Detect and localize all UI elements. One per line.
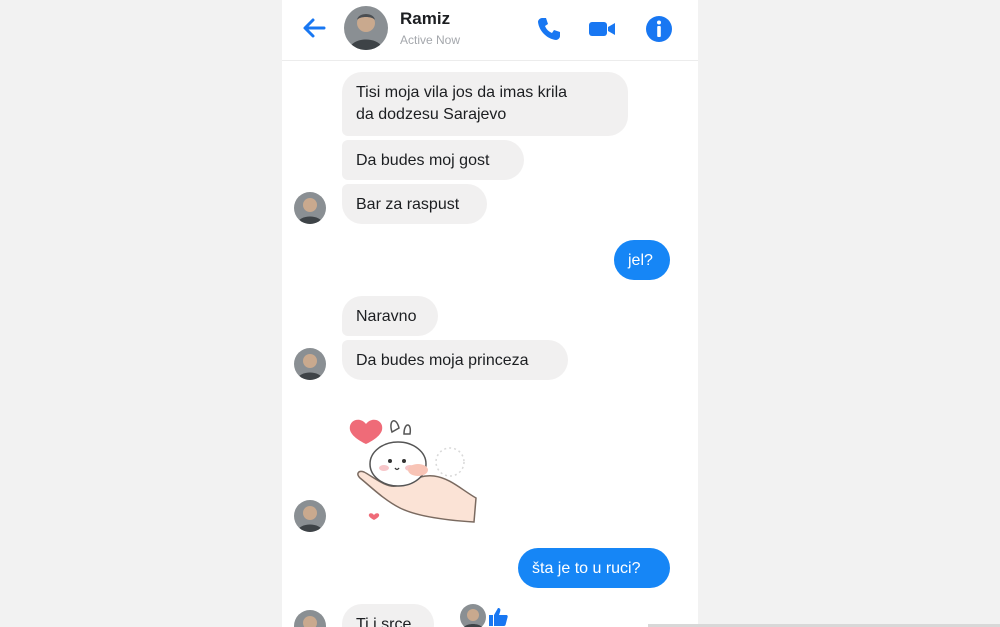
message-bubble[interactable]: Da budes moj gost — [342, 140, 524, 180]
message-bubble[interactable]: Naravno — [342, 296, 438, 336]
message-text-line: Tisi moja vila jos da imas krila — [356, 84, 568, 101]
phone-icon[interactable] — [534, 14, 564, 44]
message-text-line: da dodzesu Sarajevo — [356, 106, 507, 123]
seen-indicator-avatar — [460, 604, 486, 627]
thumbs-up-icon[interactable] — [487, 606, 509, 627]
message-bubble-outgoing[interactable]: šta je to u ruci? — [518, 548, 670, 588]
sender-avatar — [294, 348, 326, 380]
message-bubble[interactable]: Ti i srce — [342, 604, 434, 627]
chat-header: Ramiz Active Now — [282, 0, 698, 61]
video-camera-icon[interactable] — [587, 14, 617, 44]
message-bubble-outgoing[interactable]: jel? — [614, 240, 670, 280]
chat-window: Ramiz Active Now Tisi moja vila jos da i… — [282, 0, 698, 627]
message-bubble[interactable]: Da budes moja princeza — [342, 340, 568, 380]
sender-avatar — [294, 610, 326, 627]
heart-bunny-hand-sticker[interactable] — [346, 414, 486, 540]
back-arrow-icon[interactable] — [300, 14, 328, 42]
contact-status: Active Now — [400, 33, 461, 47]
contact-name[interactable]: Ramiz — [400, 9, 450, 29]
message-bubble[interactable]: Bar za raspust — [342, 184, 487, 224]
info-icon[interactable] — [644, 14, 674, 44]
contact-avatar[interactable] — [344, 6, 388, 50]
message-bubble[interactable]: Tisi moja vila jos da imas krila da dodz… — [342, 72, 628, 136]
sender-avatar — [294, 192, 326, 224]
sender-avatar — [294, 500, 326, 532]
